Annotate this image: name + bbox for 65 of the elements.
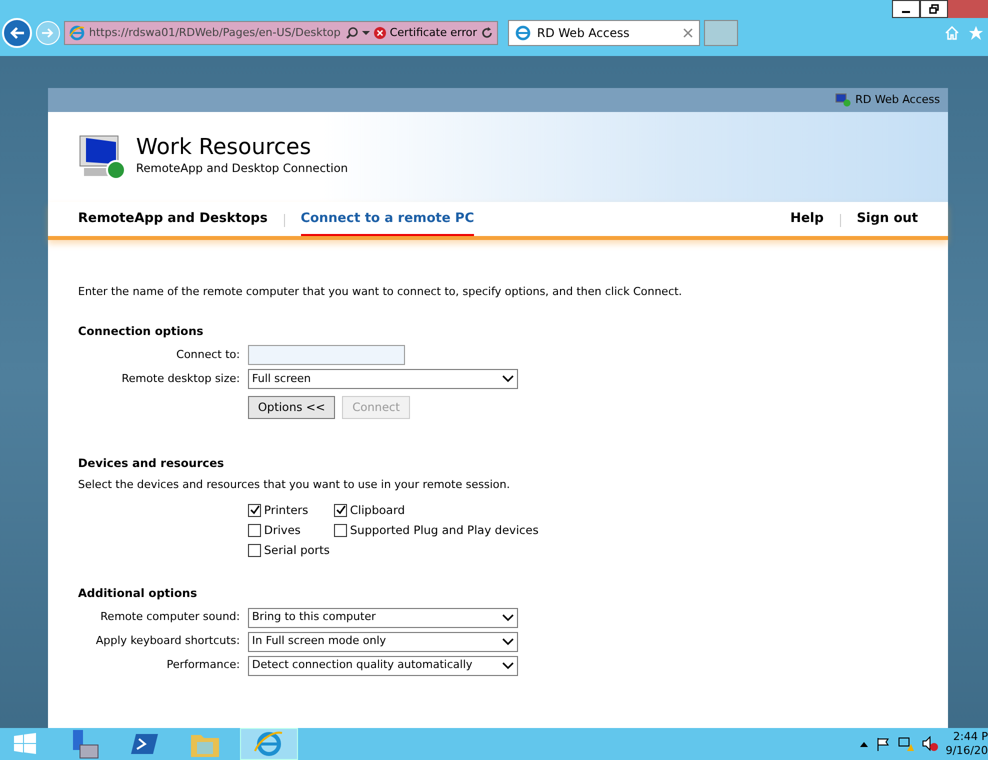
refresh-icon[interactable] bbox=[481, 27, 493, 39]
address-bar[interactable]: https://rdswa01/RDWeb/Pages/en-US/Desktop Certificate error bbox=[64, 21, 498, 45]
back-button[interactable] bbox=[2, 18, 32, 48]
minimize-icon bbox=[902, 11, 910, 13]
powershell-icon[interactable] bbox=[131, 732, 159, 756]
dropdown-field[interactable]: Detect connection quality automatically bbox=[248, 656, 518, 676]
text-input-field[interactable] bbox=[248, 344, 405, 365]
page-title: Work Resources bbox=[136, 136, 312, 160]
forward-arrow-icon bbox=[42, 28, 54, 38]
dropdown-field[interactable]: Bring to this computer bbox=[248, 608, 518, 628]
checkbox-label[interactable]: Supported Plug and Play devices bbox=[350, 522, 539, 539]
nav-link[interactable]: Connect to a remote PC bbox=[300, 208, 474, 236]
checkbox[interactable] bbox=[248, 524, 261, 537]
checkbox[interactable] bbox=[248, 504, 261, 517]
section-heading: Devices and resources bbox=[78, 454, 225, 472]
taskbar-browser-button[interactable] bbox=[240, 728, 298, 760]
checkbox-label[interactable]: Drives bbox=[264, 522, 301, 539]
browser-tab[interactable]: RD Web Access bbox=[508, 20, 700, 46]
star-icon[interactable] bbox=[968, 25, 984, 41]
certificate-error-text[interactable]: Certificate error bbox=[390, 24, 477, 42]
clock[interactable]: 2:44 P 9/16/20 bbox=[946, 730, 988, 758]
dropdown-chevron-icon bbox=[502, 638, 514, 646]
speaker-muted-icon[interactable] bbox=[922, 736, 938, 752]
restore-icon bbox=[929, 4, 939, 14]
nav-link[interactable]: Help bbox=[790, 208, 824, 236]
browser-logo-icon bbox=[254, 729, 284, 759]
minimize-button[interactable] bbox=[892, 0, 920, 18]
checkbox-label[interactable]: Clipboard bbox=[350, 502, 405, 519]
page-subtitle: RemoteApp and Desktop Connection bbox=[136, 160, 348, 178]
flag-icon[interactable] bbox=[876, 737, 890, 751]
header-bar-title: RD Web Access bbox=[855, 92, 940, 108]
field-label: Remote computer sound: bbox=[99, 609, 240, 626]
dropdown-chevron-icon bbox=[502, 614, 514, 622]
checkbox[interactable] bbox=[334, 504, 347, 517]
field-label: Apply keyboard shortcuts: bbox=[94, 633, 240, 650]
network-warning-icon[interactable] bbox=[898, 736, 914, 752]
close-tab-icon[interactable] bbox=[683, 28, 693, 38]
nav-link[interactable]: RemoteApp and Desktops bbox=[78, 208, 268, 236]
browser-logo-icon bbox=[69, 25, 85, 41]
dropdown-field[interactable]: In Full screen mode only bbox=[248, 632, 518, 652]
dropdown-caret-icon[interactable] bbox=[362, 30, 370, 36]
checkbox[interactable] bbox=[248, 544, 261, 558]
browser-logo-icon bbox=[515, 25, 531, 41]
url-text: https://rdswa01/RDWeb/Pages/en-US/Desktop bbox=[89, 24, 342, 41]
search-icon[interactable] bbox=[346, 27, 358, 39]
dropdown-field[interactable]: Full screen bbox=[248, 368, 518, 389]
checkbox-label[interactable]: Serial ports bbox=[264, 542, 330, 560]
show-hidden-icons-icon[interactable] bbox=[860, 741, 868, 747]
monitor-icon bbox=[835, 93, 852, 107]
nav-link[interactable]: Sign out bbox=[856, 208, 918, 236]
checkbox-label[interactable]: Printers bbox=[264, 502, 308, 519]
checkbox[interactable] bbox=[334, 524, 347, 537]
field-label: Connect to: bbox=[175, 346, 240, 362]
intro-text: Enter the name of the remote computer that you want to connect to, specify options, and then click Connect. bbox=[78, 284, 684, 300]
field-label: Remote desktop size: bbox=[120, 370, 240, 386]
section-heading: Additional options bbox=[78, 585, 198, 602]
form-button[interactable]: Options << bbox=[248, 396, 336, 419]
section-description: Select the devices and resources that you want to use in your remote session. bbox=[78, 477, 511, 493]
dropdown-chevron-icon bbox=[502, 374, 514, 383]
windows-start-icon[interactable] bbox=[13, 732, 37, 756]
dropdown-chevron-icon bbox=[502, 662, 514, 670]
restore-button[interactable] bbox=[920, 0, 948, 18]
field-label: Performance: bbox=[166, 657, 240, 674]
back-arrow-icon bbox=[9, 26, 25, 40]
section-heading: Connection options bbox=[78, 322, 204, 340]
